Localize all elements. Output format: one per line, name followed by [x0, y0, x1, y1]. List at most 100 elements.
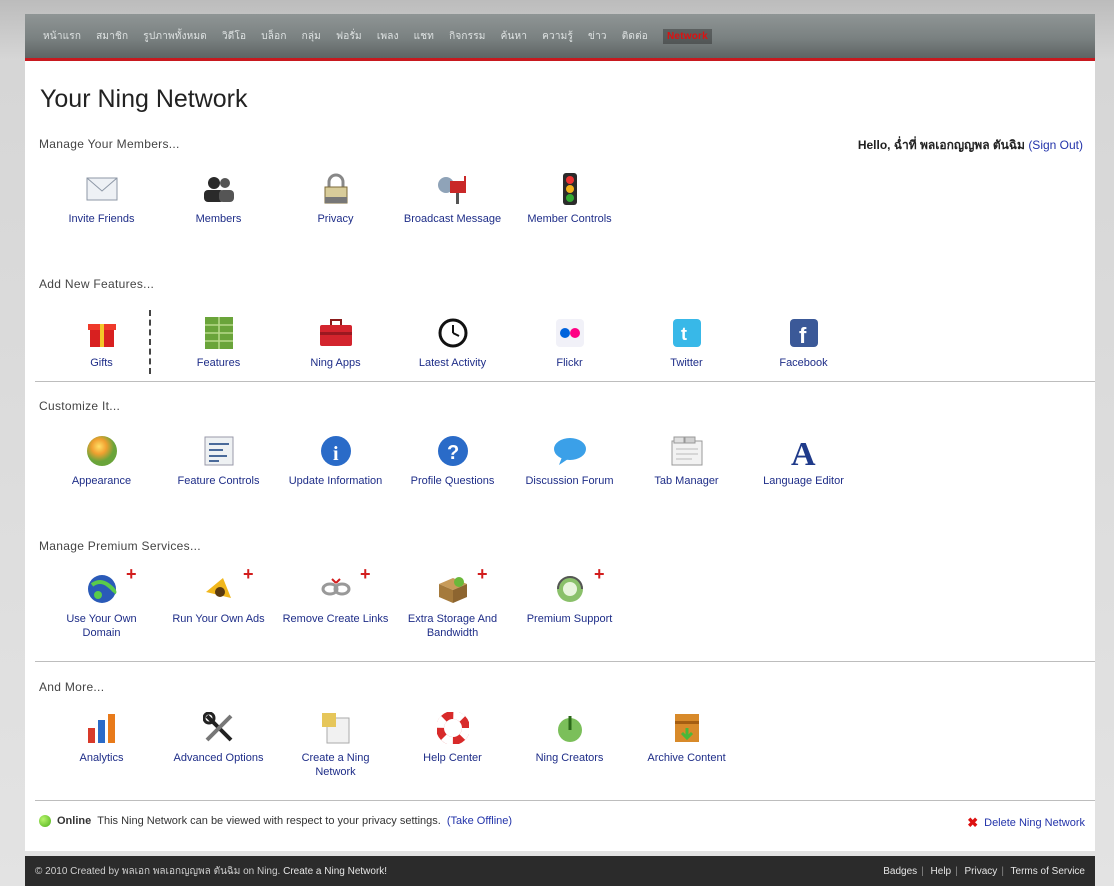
- online-status-icon: [39, 815, 51, 827]
- run-own-ads-button[interactable]: + Run Your Own Ads: [160, 564, 277, 640]
- use-own-domain-button[interactable]: + Use Your Own Domain: [43, 564, 160, 640]
- footer: © 2010 Created by พลเอก พลเอกญญพล ตันฉิม…: [25, 856, 1095, 886]
- nav-item[interactable]: รูปภาพทั้งหมด: [143, 29, 207, 44]
- create-ning-network-button[interactable]: Create a Ning Network: [277, 711, 394, 779]
- support-icon: +: [553, 564, 605, 606]
- archive-icon: [670, 711, 704, 745]
- remove-create-links-button[interactable]: + Remove Create Links: [277, 564, 394, 640]
- analytics-icon: [85, 711, 119, 745]
- footer-create-link[interactable]: Create a Ning Network!: [283, 866, 387, 877]
- nav-item[interactable]: วิดีโอ: [222, 29, 246, 44]
- delete-network-link[interactable]: ✖ Delete Ning Network: [967, 815, 1085, 831]
- twitter-icon: t: [670, 316, 704, 350]
- item-label: Archive Content: [647, 752, 726, 764]
- status-text: This Ning Network can be viewed with res…: [97, 815, 441, 827]
- nav-item[interactable]: หน้าแรก: [43, 29, 81, 44]
- traffic-light-icon: [553, 172, 587, 206]
- item-label: Privacy: [317, 213, 354, 225]
- item-label: Use Your Own Domain: [66, 613, 137, 639]
- nav-item[interactable]: ฟอรั่ม: [336, 29, 362, 44]
- nav-item[interactable]: กิจกรรม: [449, 29, 486, 44]
- page-frame: หน้าแรก สมาชิก รูปภาพทั้งหมด วิดีโอ บล็อ…: [0, 0, 1114, 886]
- privacy-button[interactable]: Privacy: [277, 172, 394, 226]
- feature-controls-icon: [202, 434, 236, 468]
- top-navigation: หน้าแรก สมาชิก รูปภาพทั้งหมด วิดีโอ บล็อ…: [25, 14, 1095, 58]
- gift-icon: [85, 316, 119, 350]
- analytics-button[interactable]: Analytics: [43, 711, 160, 779]
- invite-friends-button[interactable]: Invite Friends: [43, 172, 160, 226]
- members-button[interactable]: Members: [160, 172, 277, 226]
- section-premium: Manage Premium Services...: [39, 539, 201, 553]
- item-label: Analytics: [79, 752, 124, 764]
- language-editor-button[interactable]: A Language Editor: [745, 434, 862, 488]
- nav-item[interactable]: สมาชิก: [96, 29, 128, 44]
- nav-item[interactable]: ความรู้: [542, 29, 573, 44]
- item-label: Invite Friends: [68, 213, 135, 225]
- nav-item[interactable]: บล็อก: [261, 29, 286, 44]
- add-plus-icon: +: [593, 564, 605, 584]
- nav-item[interactable]: ติดต่อ: [622, 29, 648, 44]
- members-row: Invite Friends Members Privacy Broadcast…: [43, 172, 628, 226]
- greeting-prefix: Hello,: [857, 138, 891, 152]
- take-offline-link[interactable]: (Take Offline): [447, 815, 512, 827]
- item-label: Discussion Forum: [525, 475, 614, 487]
- lock-icon: [319, 172, 353, 206]
- ning-creators-button[interactable]: Ning Creators: [511, 711, 628, 779]
- flickr-icon: [553, 316, 587, 350]
- section-add-features: Add New Features...: [39, 277, 155, 291]
- premium-support-button[interactable]: + Premium Support: [511, 564, 628, 640]
- appearance-button[interactable]: Appearance: [43, 434, 160, 488]
- item-label: Flickr: [556, 357, 583, 369]
- footer-help-link[interactable]: Help: [931, 866, 952, 877]
- feature-controls-button[interactable]: Feature Controls: [160, 434, 277, 488]
- info-icon: i: [319, 434, 353, 468]
- advanced-options-button[interactable]: Advanced Options: [160, 711, 277, 779]
- profile-questions-button[interactable]: ? Profile Questions: [394, 434, 511, 488]
- facebook-button[interactable]: f Facebook: [745, 316, 862, 370]
- tab-manager-button[interactable]: Tab Manager: [628, 434, 745, 488]
- item-label: Create a Ning Network: [301, 752, 370, 778]
- flickr-button[interactable]: Flickr: [511, 316, 628, 370]
- add-plus-icon: +: [242, 564, 254, 584]
- latest-activity-button[interactable]: Latest Activity: [394, 316, 511, 370]
- nav-brand[interactable]: Network: [663, 28, 712, 44]
- palette-icon: [85, 434, 119, 468]
- envelope-icon: [85, 172, 119, 206]
- premium-row: + Use Your Own Domain + Run Your Own Ads…: [43, 564, 628, 640]
- tab-manager-icon: [670, 434, 704, 468]
- section-customize: Customize It...: [39, 399, 121, 413]
- item-label: Language Editor: [763, 475, 844, 487]
- question-icon: ?: [436, 434, 470, 468]
- footer-badges-link[interactable]: Badges: [883, 866, 917, 877]
- features-button[interactable]: Features: [160, 316, 277, 370]
- extra-storage-button[interactable]: + Extra Storage And Bandwidth: [394, 564, 511, 640]
- twitter-button[interactable]: t Twitter: [628, 316, 745, 370]
- help-center-button[interactable]: Help Center: [394, 711, 511, 779]
- item-label: Feature Controls: [177, 475, 260, 487]
- nav-item[interactable]: แชท: [414, 29, 434, 44]
- features-row: Gifts Features Ning Apps Latest Activity…: [43, 310, 862, 374]
- nav-item[interactable]: ข่าว: [588, 29, 607, 44]
- archive-content-button[interactable]: Archive Content: [628, 711, 745, 779]
- add-plus-icon: +: [125, 564, 137, 584]
- broadcast-message-button[interactable]: Broadcast Message: [394, 172, 511, 226]
- ning-apps-button[interactable]: Ning Apps: [277, 316, 394, 370]
- greeting: Hello, ฉ่ำที่ พลเอกญญพล ตันฉิม (Sign Out…: [858, 136, 1083, 155]
- nav-item[interactable]: กลุ่ม: [302, 29, 321, 44]
- svg-text:A: A: [791, 436, 816, 467]
- ads-icon: +: [202, 564, 254, 606]
- gifts-button[interactable]: Gifts: [43, 310, 160, 374]
- item-label: Gifts: [90, 357, 113, 369]
- member-controls-button[interactable]: Member Controls: [511, 172, 628, 226]
- footer-privacy-link[interactable]: Privacy: [965, 866, 998, 877]
- footer-terms-link[interactable]: Terms of Service: [1011, 866, 1085, 877]
- update-information-button[interactable]: i Update Information: [277, 434, 394, 488]
- customize-row: Appearance Feature Controls i Update Inf…: [43, 434, 862, 488]
- footer-left: © 2010 Created by พลเอก พลเอกญญพล ตันฉิม…: [35, 864, 387, 879]
- sign-out-link[interactable]: (Sign Out): [1028, 138, 1083, 152]
- nav-item[interactable]: เพลง: [377, 29, 399, 44]
- item-label: Twitter: [670, 357, 703, 369]
- nav-item[interactable]: ค้นหา: [501, 29, 528, 44]
- item-label: Update Information: [288, 475, 383, 487]
- discussion-forum-button[interactable]: Discussion Forum: [511, 434, 628, 488]
